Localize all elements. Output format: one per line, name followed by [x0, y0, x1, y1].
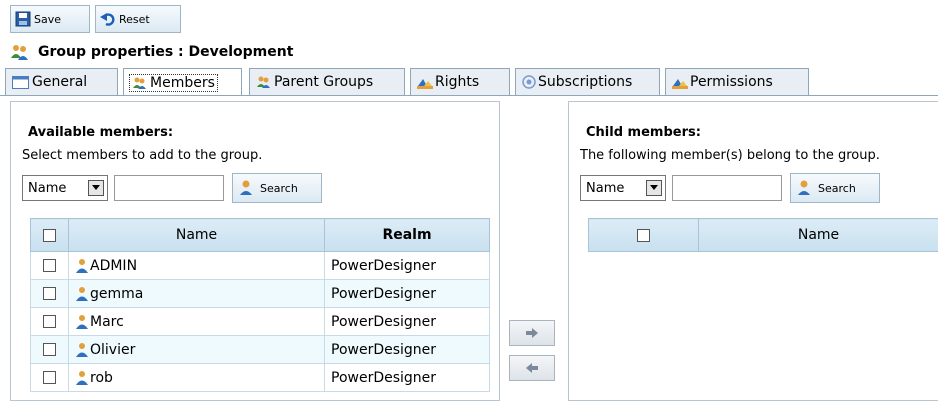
available-members-description: Select members to add to the group.	[22, 148, 262, 163]
member-realm: PowerDesigner	[325, 336, 490, 364]
column-header-name[interactable]: Name	[69, 219, 325, 252]
available-members-title: Available members:	[28, 125, 173, 140]
available-members-table: Name Realm ADMIN PowerDesigner gemma Pow…	[30, 218, 490, 392]
general-icon	[12, 76, 29, 89]
page-title-text: Group properties : Development	[38, 44, 293, 60]
user-search-icon	[797, 179, 815, 197]
arrow-left-icon	[526, 363, 538, 373]
select-all-checkbox-cell[interactable]	[31, 219, 69, 252]
child-members-description: The following member(s) belong to the gr…	[580, 148, 880, 163]
member-realm: PowerDesigner	[325, 308, 490, 336]
member-name: Marc	[90, 314, 124, 330]
tab-subscriptions[interactable]: Subscriptions	[515, 68, 660, 95]
select-all-checkbox[interactable]	[637, 229, 650, 242]
member-realm: PowerDesigner	[325, 364, 490, 392]
select-all-checkbox[interactable]	[43, 229, 56, 242]
remove-member-button[interactable]	[509, 355, 555, 381]
table-header-row: Name Realm	[31, 219, 490, 252]
page-title: Group properties : Development	[10, 42, 293, 62]
column-header-name[interactable]: Name	[699, 219, 938, 252]
group-icon	[256, 75, 272, 89]
available-filter-select[interactable]: Name	[22, 175, 108, 201]
available-search-button[interactable]: Search	[232, 173, 322, 203]
tab-members-label: Members	[150, 75, 215, 91]
table-header-row: Name	[589, 219, 938, 252]
group-icon	[10, 43, 30, 61]
child-members-table: Name	[588, 218, 938, 252]
member-realm: PowerDesigner	[325, 252, 490, 280]
subscriptions-icon	[522, 75, 536, 89]
member-name: Olivier	[90, 342, 135, 358]
select-all-checkbox-cell[interactable]	[589, 219, 699, 252]
user-icon	[75, 286, 89, 302]
reset-button-label: Reset	[119, 13, 150, 26]
tab-strip-divider	[0, 95, 938, 96]
column-header-realm[interactable]: Realm	[325, 219, 490, 252]
tab-permissions-label: Permissions	[690, 74, 773, 90]
tab-rights-label: Rights	[435, 74, 479, 90]
chevron-down-icon[interactable]	[88, 180, 104, 196]
child-filter-select[interactable]: Name	[580, 175, 666, 201]
row-checkbox[interactable]	[43, 315, 56, 328]
tab-general[interactable]: General	[5, 68, 118, 95]
user-icon	[75, 314, 89, 330]
arrow-right-icon	[526, 328, 538, 338]
tab-subscriptions-label: Subscriptions	[538, 74, 632, 90]
table-row[interactable]: gemma PowerDesigner	[31, 280, 490, 308]
child-search-input[interactable]	[672, 175, 782, 201]
chevron-down-icon[interactable]	[646, 180, 662, 196]
table-row[interactable]: Olivier PowerDesigner	[31, 336, 490, 364]
floppy-disk-icon	[15, 11, 31, 27]
available-search-label: Search	[260, 182, 298, 195]
group-icon	[132, 76, 148, 90]
child-search-label: Search	[818, 182, 856, 195]
undo-arrow-icon	[100, 11, 116, 27]
add-member-button[interactable]	[509, 320, 555, 346]
available-filter-value: Name	[28, 181, 66, 196]
reset-button[interactable]: Reset	[95, 5, 181, 33]
row-checkbox[interactable]	[43, 287, 56, 300]
user-search-icon	[239, 179, 257, 197]
tab-rights[interactable]: Rights	[410, 68, 510, 95]
save-button[interactable]: Save	[10, 5, 90, 33]
child-members-title: Child members:	[586, 125, 701, 140]
tab-general-label: General	[32, 74, 87, 90]
member-name: ADMIN	[90, 258, 137, 274]
child-filter-value: Name	[586, 181, 624, 196]
available-search-input[interactable]	[114, 175, 224, 201]
tab-members[interactable]: Members	[123, 68, 242, 96]
tab-permissions[interactable]: Permissions	[665, 68, 809, 95]
table-row[interactable]: rob PowerDesigner	[31, 364, 490, 392]
tab-parent-groups[interactable]: Parent Groups	[249, 68, 405, 95]
user-icon	[75, 258, 89, 274]
member-name: rob	[90, 370, 113, 386]
table-row[interactable]: Marc PowerDesigner	[31, 308, 490, 336]
member-realm: PowerDesigner	[325, 280, 490, 308]
rights-icon	[417, 76, 433, 89]
save-button-label: Save	[34, 13, 61, 26]
user-icon	[75, 342, 89, 358]
child-search-button[interactable]: Search	[790, 173, 880, 203]
table-row[interactable]: ADMIN PowerDesigner	[31, 252, 490, 280]
row-checkbox[interactable]	[43, 343, 56, 356]
row-checkbox[interactable]	[43, 371, 56, 384]
permissions-icon	[672, 76, 688, 89]
user-icon	[75, 370, 89, 386]
member-name: gemma	[90, 286, 143, 302]
row-checkbox[interactable]	[43, 259, 56, 272]
tab-parent-groups-label: Parent Groups	[274, 74, 373, 90]
